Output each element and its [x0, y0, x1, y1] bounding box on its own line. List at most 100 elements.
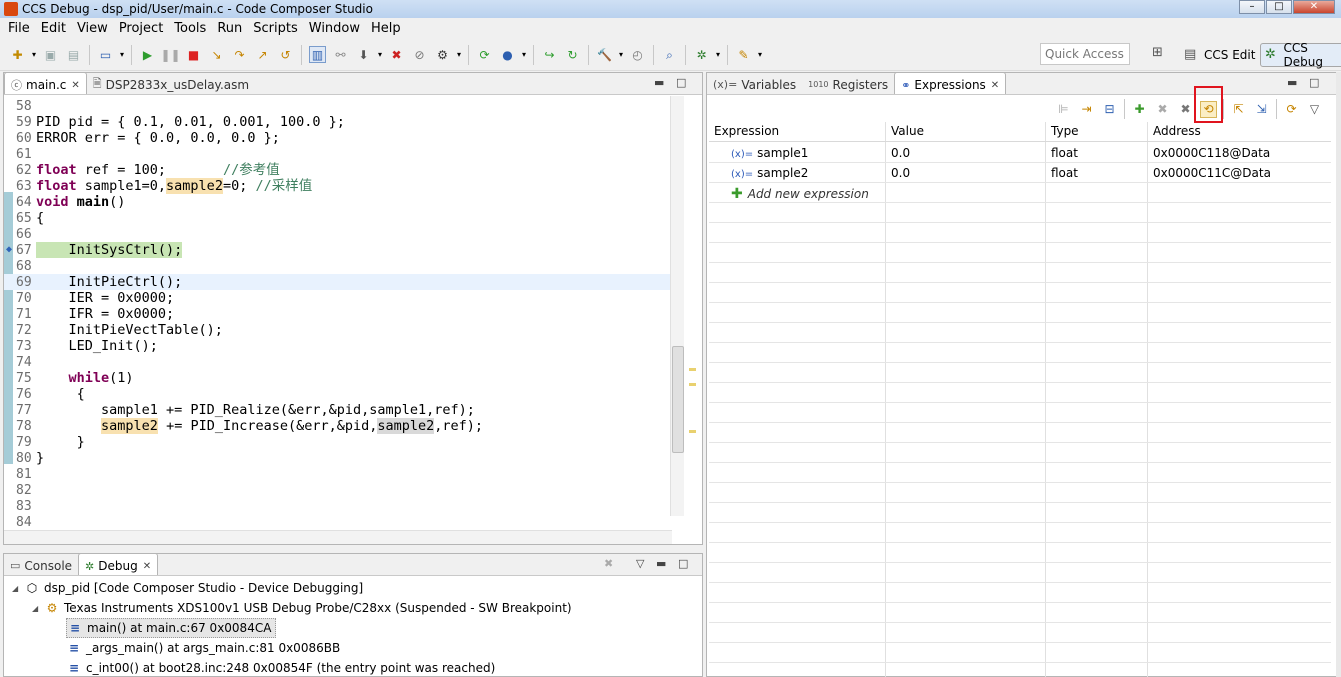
add-expression-icon[interactable]: ✚ — [1131, 101, 1148, 118]
import-icon[interactable]: ⇱ — [1230, 101, 1247, 118]
menu-edit[interactable]: Edit — [37, 21, 73, 36]
view-menu-icon[interactable]: ▽ — [636, 557, 644, 570]
step-into-icon[interactable]: ↘ — [208, 46, 225, 63]
column-header-value[interactable]: Value — [891, 124, 924, 138]
tree-item-frame[interactable]: ≡ main() at main.c:67 0x0084CA — [66, 618, 277, 638]
menu-window[interactable]: Window — [305, 21, 367, 36]
minimize-icon[interactable]: ▬ — [1287, 76, 1297, 89]
column-header-expression[interactable]: Expression — [714, 124, 779, 138]
maximize-icon[interactable]: □ — [676, 76, 686, 89]
tree-item-session[interactable]: ◢ ⬡ dsp_pid [Code Composer Studio - Devi… — [12, 578, 363, 598]
code-editor[interactable]: 58 59 PID pid = { 0.1, 0.01, 0.001, 100.0… — [4, 96, 672, 536]
column-header-type[interactable]: Type — [1051, 124, 1079, 138]
menu-file[interactable]: File — [4, 21, 37, 36]
add-new-expression-row[interactable]: ✚ Add new expression — [709, 183, 1331, 203]
instruction-stepping-icon[interactable]: ▥ — [309, 46, 326, 63]
perspective-ccs-edit[interactable]: ▤ CCS Edit — [1180, 43, 1259, 67]
resume-icon[interactable]: ▶ — [139, 46, 156, 63]
menu-scripts[interactable]: Scripts — [249, 21, 304, 36]
right-edge-scrollbar[interactable] — [1336, 72, 1341, 677]
tab-main-c[interactable]: ⓒ main.c ✕ — [4, 72, 87, 94]
menu-view[interactable]: View — [73, 21, 115, 36]
tab-dsp-usdelay[interactable]: 🗎 DSP2833x_usDelay.asm — [87, 72, 255, 94]
maximize-button[interactable]: □ — [1266, 0, 1292, 14]
build-icon[interactable]: 🔨 — [596, 46, 613, 63]
skip-breakpoints-icon[interactable]: ⊘ — [411, 46, 428, 63]
show-type-names-icon[interactable]: ⊫ — [1055, 101, 1072, 118]
collapse-all-icon[interactable]: ⊟ — [1101, 101, 1118, 118]
open-perspective-icon[interactable]: ⊞ — [1152, 45, 1170, 63]
table-row[interactable]: (x)= sample2 0.0 float 0x0000C11C@Data — [709, 163, 1331, 183]
editor-horizontal-scrollbar[interactable] — [4, 530, 672, 544]
tab-expressions[interactable]: ⚭ Expressions ✕ — [894, 72, 1007, 94]
close-button[interactable]: ✕ — [1293, 0, 1335, 14]
restart-icon[interactable]: ↺ — [277, 46, 294, 63]
debug-view-icon[interactable]: ▭ — [97, 46, 114, 63]
close-icon[interactable]: ✕ — [991, 80, 999, 91]
tab-registers[interactable]: 1010 Registers — [802, 72, 894, 94]
debug-bug-dropdown-icon[interactable]: ▾ — [714, 46, 722, 63]
clock-icon[interactable]: ◴ — [629, 46, 646, 63]
editor-vertical-scrollbar[interactable] — [670, 96, 684, 516]
tree-item-frame[interactable]: ≡ _args_main() at args_main.c:81 0x0086B… — [66, 638, 340, 658]
expand-icon[interactable]: ◢ — [32, 604, 44, 613]
tab-variables[interactable]: (x)= Variables — [707, 72, 802, 94]
new-icon[interactable]: ✚ — [9, 46, 26, 63]
view-menu-icon[interactable]: ▽ — [1306, 101, 1323, 118]
build-dropdown-icon[interactable]: ▾ — [617, 46, 625, 63]
tab-debug[interactable]: ✲ Debug ✕ — [78, 553, 159, 575]
terminate-icon[interactable]: ■ — [185, 46, 202, 63]
connect-target-icon[interactable]: ⚯ — [332, 46, 349, 63]
column-header-address[interactable]: Address — [1153, 124, 1201, 138]
quick-access-input[interactable]: Quick Access — [1040, 43, 1130, 65]
expression-value[interactable]: 0.0 — [891, 146, 910, 160]
menu-run[interactable]: Run — [213, 21, 249, 36]
remove-breakpoints-icon[interactable]: ✖ — [388, 46, 405, 63]
load-dropdown-icon[interactable]: ▾ — [376, 46, 384, 63]
menu-help[interactable]: Help — [367, 21, 408, 36]
tree-item-frame[interactable]: ≡ c_int00() at boot28.inc:248 0x00854F (… — [66, 658, 495, 677]
save-all-icon[interactable]: ▤ — [65, 46, 82, 63]
expand-icon[interactable]: ◢ — [12, 584, 24, 593]
gel-dropdown-icon[interactable]: ▾ — [520, 46, 528, 63]
remove-expression-icon[interactable]: ✖ — [1154, 101, 1171, 118]
search-icon[interactable]: ⌕ — [661, 46, 678, 63]
menu-project[interactable]: Project — [115, 21, 170, 36]
occurrence-marker[interactable] — [689, 383, 696, 386]
tab-console[interactable]: ▭ Console — [4, 553, 78, 575]
occurrence-marker[interactable] — [689, 430, 696, 433]
suspend-icon[interactable]: ❚❚ — [160, 46, 180, 63]
table-row[interactable]: (x)= sample1 0.0 float 0x0000C118@Data — [709, 143, 1331, 163]
step-over-asm-icon[interactable]: ↻ — [564, 46, 581, 63]
minimize-button[interactable]: – — [1239, 0, 1265, 14]
external-tools-dropdown-icon[interactable]: ▾ — [756, 46, 764, 63]
reset-icon[interactable]: ⟳ — [476, 46, 493, 63]
perspective-ccs-debug[interactable]: ✲ CCS Debug — [1260, 41, 1341, 69]
occurrence-marker[interactable] — [689, 368, 696, 371]
new-dropdown-icon[interactable]: ▾ — [30, 46, 38, 63]
debug-bug-icon[interactable]: ✲ — [693, 46, 710, 63]
menu-tools[interactable]: Tools — [170, 21, 213, 36]
tree-item-target[interactable]: ◢ ⚙ Texas Instruments XDS100v1 USB Debug… — [32, 598, 572, 618]
gel-icon[interactable]: ● — [499, 46, 516, 63]
step-over-icon[interactable]: ↷ — [231, 46, 248, 63]
step-asm-icon[interactable]: ↪ — [541, 46, 558, 63]
remove-all-icon[interactable]: ✖ — [1177, 101, 1194, 118]
hardware-icon[interactable]: ⚙ — [434, 46, 451, 63]
minimize-icon[interactable]: ▬ — [654, 76, 664, 89]
close-icon[interactable]: ✕ — [71, 80, 79, 91]
step-return-icon[interactable]: ↗ — [254, 46, 271, 63]
remove-terminated-icon[interactable]: ✖ — [604, 557, 613, 570]
external-tools-icon[interactable]: ✎ — [735, 46, 752, 63]
export-icon[interactable]: ⇲ — [1253, 101, 1270, 118]
select-all-icon[interactable]: ⇥ — [1078, 101, 1095, 118]
load-program-icon[interactable]: ⬇ — [355, 46, 372, 63]
debug-view-dropdown-icon[interactable]: ▾ — [118, 46, 126, 63]
maximize-icon[interactable]: □ — [678, 557, 688, 570]
expression-value[interactable]: 0.0 — [891, 166, 910, 180]
scrollbar-thumb[interactable] — [672, 346, 684, 453]
hardware-dropdown-icon[interactable]: ▾ — [455, 46, 463, 63]
maximize-icon[interactable]: □ — [1309, 76, 1319, 89]
close-icon[interactable]: ✕ — [143, 561, 151, 572]
refresh-icon[interactable]: ⟳ — [1283, 101, 1300, 118]
